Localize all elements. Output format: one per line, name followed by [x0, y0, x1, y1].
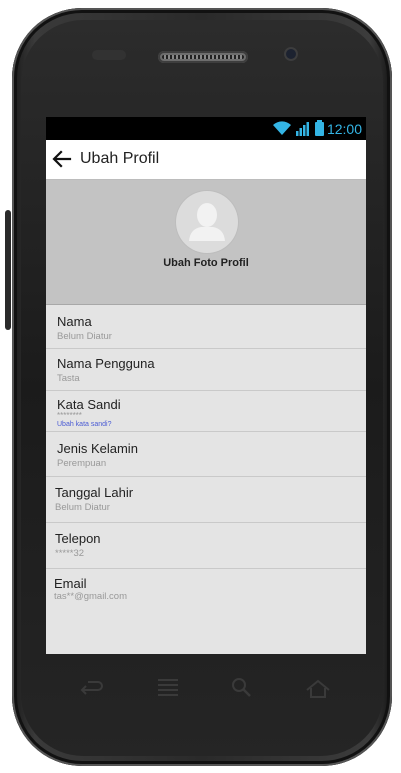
- field-nama[interactable]: Nama Belum Diatur: [46, 305, 366, 349]
- battery-icon: [314, 119, 324, 136]
- field-label: Nama Pengguna: [57, 356, 155, 371]
- field-label: Kata Sandi: [57, 397, 121, 412]
- front-camera: [284, 47, 298, 61]
- person-icon: [189, 203, 225, 241]
- field-telepon[interactable]: Telepon *****32: [46, 523, 366, 569]
- status-bar: 12:00: [46, 117, 366, 140]
- field-label: Email: [54, 576, 87, 591]
- earpiece-speaker: [158, 51, 248, 63]
- field-tanggal-lahir[interactable]: Tanggal Lahir Belum Diatur: [46, 477, 366, 523]
- field-value: Tasta: [57, 373, 80, 384]
- menu-key-icon[interactable]: [155, 676, 181, 700]
- back-key-icon[interactable]: [78, 678, 104, 700]
- field-value: Belum Diatur: [57, 331, 112, 342]
- wifi-icon: [272, 121, 291, 135]
- home-key-icon[interactable]: [304, 678, 332, 700]
- proximity-sensor: [92, 50, 126, 60]
- field-label: Tanggal Lahir: [55, 485, 134, 500]
- profile-header: Ubah Foto Profil: [46, 180, 366, 305]
- page-title: Ubah Profil: [80, 150, 160, 167]
- volume-button: [5, 210, 11, 330]
- field-value: ********: [57, 411, 82, 420]
- status-time: 12:00: [326, 120, 362, 137]
- status-icons: 12:00: [272, 119, 362, 138]
- field-kata-sandi[interactable]: Kata Sandi ******** Ubah kata sandi?: [46, 391, 366, 432]
- navigation-keys: [50, 678, 370, 718]
- field-value: Perempuan: [57, 458, 107, 469]
- field-label: Telepon: [55, 531, 101, 546]
- signal-icon: [295, 122, 309, 136]
- field-email[interactable]: Email tas**@gmail.com: [46, 569, 366, 614]
- field-value: Belum Diatur: [55, 502, 110, 513]
- search-key-icon[interactable]: [230, 676, 254, 700]
- screen: 12:00 Ubah Profil Ubah Foto Profil Nama …: [46, 117, 366, 654]
- field-label: Jenis Kelamin: [57, 441, 138, 456]
- field-value: tas**@gmail.com: [54, 591, 127, 602]
- field-jenis-kelamin[interactable]: Jenis Kelamin Perempuan: [46, 432, 366, 477]
- app-bar: Ubah Profil: [46, 140, 366, 180]
- field-value: *****32: [55, 548, 85, 559]
- change-photo-link[interactable]: Ubah Foto Profil: [46, 257, 366, 269]
- field-nama-pengguna[interactable]: Nama Pengguna Tasta: [46, 349, 366, 391]
- field-label: Nama: [57, 314, 92, 329]
- avatar[interactable]: [176, 191, 238, 253]
- change-password-link[interactable]: Ubah kata sandi?: [57, 421, 111, 428]
- arrow-left-icon[interactable]: [52, 149, 72, 169]
